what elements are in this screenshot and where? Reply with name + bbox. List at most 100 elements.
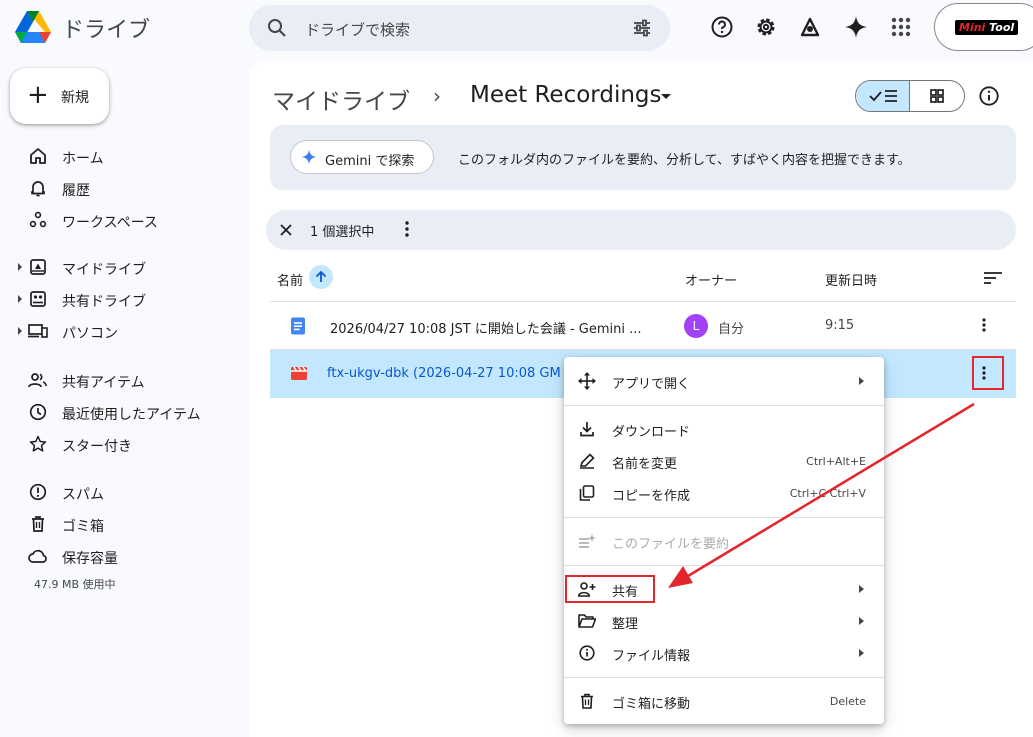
menu-item-label: 整理 [612, 617, 639, 632]
gemini-banner: Gemini で探索 このフォルダ内のファイルを要約、分析して、すばやく内容を把… [270, 125, 1016, 190]
sidebar-item-home[interactable]: ホーム [18, 142, 248, 170]
sidebar-item-spam[interactable]: スパム [18, 478, 248, 506]
menu-item-organize[interactable]: 整理 [564, 605, 884, 637]
gemini-chip-label: Gemini で探索 [325, 154, 415, 169]
details-info-icon[interactable] [978, 85, 1000, 111]
menu-item-label: 名前を変更 [612, 457, 678, 472]
column-header-owner[interactable]: オーナー [685, 270, 737, 289]
submenu-arrow-icon [859, 585, 864, 593]
settings-icon[interactable] [753, 14, 779, 40]
sidebar-item-storage[interactable]: 保存容量 [18, 542, 248, 570]
expand-caret-icon[interactable] [18, 295, 22, 303]
sidebar-item-shared-drives[interactable]: 共有ドライブ [18, 285, 248, 313]
search-icon[interactable] [267, 18, 287, 42]
sidebar-item-label: 最近使用したアイテム [62, 407, 201, 423]
copy-icon [578, 484, 596, 502]
video-icon [290, 365, 308, 385]
app-title: ドライブ [62, 18, 151, 43]
sidebar-item-my-drive[interactable]: マイドライブ [18, 253, 248, 281]
offline-mode-icon[interactable] [797, 14, 823, 40]
menu-item-label: ファイル情報 [612, 649, 691, 664]
clock-icon [28, 402, 48, 422]
file-name[interactable]: 2026/04/27 10:08 JST に開始した会議 - Gemini ..… [330, 318, 642, 337]
view-toggle[interactable] [855, 80, 965, 112]
sidebar-item-workspace[interactable]: ワークスペース [18, 206, 248, 234]
context-menu: アプリで開く ダウンロード 名前を変更 Ctrl+Alt+E コピーを作成 Ct… [564, 357, 884, 724]
shared-drive-icon [28, 289, 48, 309]
owner-avatar: L [684, 314, 708, 338]
expand-caret-icon[interactable] [18, 327, 22, 335]
column-header-name[interactable]: 名前 [277, 270, 303, 289]
menu-item-label: アプリで開く [612, 377, 691, 392]
home-icon [28, 146, 48, 166]
grid-view-button[interactable] [910, 81, 964, 111]
menu-divider [564, 677, 884, 678]
gemini-icon[interactable] [843, 14, 869, 40]
search-bar[interactable]: ドライブで検索 [249, 5, 670, 51]
menu-item-summarize: このファイルを要約 [564, 525, 884, 557]
search-options-icon[interactable] [632, 18, 652, 42]
menu-item-label: コピーを作成 [612, 489, 691, 504]
move-arrows-icon [578, 372, 596, 390]
sidebar-item-starred[interactable]: スター付き [18, 430, 248, 458]
sidebar-item-recent[interactable]: 最近使用したアイテム [18, 398, 248, 426]
sidebar-item-shared-with-me[interactable]: 共有アイテム [18, 366, 248, 394]
workspace-icon [28, 210, 48, 230]
info-icon [578, 644, 596, 662]
annotation-highlight-box [565, 575, 655, 603]
file-row[interactable]: 2026/04/27 10:08 JST に開始した会議 - Gemini ..… [270, 302, 1016, 350]
search-input[interactable]: ドライブで検索 [305, 19, 410, 40]
gemini-explore-button[interactable]: Gemini で探索 [290, 140, 434, 174]
pencil-icon [578, 452, 596, 470]
minitool-logo: Mini Tool [955, 20, 1019, 35]
storage-usage-text: 47.9 MB 使用中 [34, 578, 116, 591]
account-badge[interactable]: Mini Tool [934, 3, 1033, 51]
breadcrumb-current-folder[interactable]: Meet Recordings [470, 82, 662, 108]
column-header-modified[interactable]: 更新日時 [825, 270, 877, 289]
file-modified: 9:15 [825, 318, 855, 333]
menu-item-file-info[interactable]: ファイル情報 [564, 637, 884, 669]
menu-item-download[interactable]: ダウンロード [564, 413, 884, 445]
sidebar-item-label: 共有ドライブ [62, 294, 146, 310]
breadcrumb-my-drive[interactable]: マイドライブ [272, 82, 410, 116]
menu-divider [564, 565, 884, 566]
gemini-description: このフォルダ内のファイルを要約、分析して、すばやく内容を把握できます。 [458, 153, 911, 168]
submenu-arrow-icon [859, 649, 864, 657]
sidebar-item-label: 履歴 [62, 183, 90, 199]
sort-ascending-icon[interactable] [309, 265, 333, 289]
gemini-spark-icon [301, 149, 317, 169]
sort-options-icon[interactable] [983, 270, 1003, 290]
file-name[interactable]: ftx-ukgv-dbk (2026-04-27 10:08 GM [327, 366, 561, 381]
trash-icon [578, 692, 596, 710]
file-owner: 自分 [718, 322, 745, 337]
sidebar-item-computers[interactable]: パソコン [18, 317, 248, 345]
menu-item-label: ダウンロード [612, 425, 691, 440]
new-button[interactable]: + 新規 [10, 68, 109, 124]
menu-shortcut: Ctrl+Alt+E [806, 455, 866, 468]
breadcrumb-separator-icon: › [433, 84, 441, 108]
sidebar-item-trash[interactable]: ゴミ箱 [18, 510, 248, 538]
menu-item-trash[interactable]: ゴミ箱に移動 Delete [564, 685, 884, 717]
menu-item-rename[interactable]: 名前を変更 Ctrl+Alt+E [564, 445, 884, 477]
menu-shortcut: Delete [829, 695, 866, 708]
folder-dropdown-icon[interactable] [661, 94, 671, 99]
selection-bar: 1 個選択中 [266, 210, 1016, 250]
bell-icon [28, 178, 48, 198]
drive-logo-icon[interactable] [14, 10, 52, 44]
menu-item-copy[interactable]: コピーを作成 Ctrl+C Ctrl+V [564, 477, 884, 509]
more-actions-icon[interactable] [981, 316, 987, 338]
apps-icon[interactable] [888, 14, 914, 40]
menu-divider [564, 517, 884, 518]
sidebar-item-history[interactable]: 履歴 [18, 174, 248, 202]
more-actions-icon[interactable] [404, 220, 410, 242]
help-icon[interactable] [709, 14, 735, 40]
people-icon [28, 370, 48, 390]
menu-item-open-with[interactable]: アプリで開く [564, 365, 884, 397]
menu-divider [564, 405, 884, 406]
new-button-label: 新規 [61, 90, 89, 106]
expand-caret-icon[interactable] [18, 263, 22, 271]
list-view-button[interactable] [856, 81, 911, 111]
sidebar-item-label: スター付き [62, 439, 132, 455]
clear-selection-icon[interactable] [279, 222, 293, 241]
folder-open-icon [578, 612, 596, 630]
